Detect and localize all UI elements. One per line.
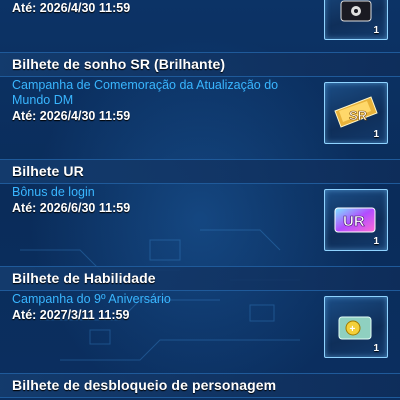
black-ticket-icon (340, 0, 372, 22)
list-item[interactable]: Até: 2026/4/30 11:59 1 (0, 0, 400, 42)
item-count: 1 (373, 129, 379, 140)
sr-ticket-icon: SR (334, 96, 378, 128)
svg-text:UR: UR (343, 213, 365, 230)
item-campaign: Campanha de Comemoração da Atualização d… (12, 78, 279, 107)
item-title: Bilhete de Habilidade (12, 270, 156, 286)
list-item[interactable]: Bilhete de desbloqueio de personagem (0, 373, 400, 400)
item-icon-box[interactable]: UR 1 (324, 189, 388, 251)
item-campaign: Bônus de login (12, 185, 95, 199)
list-item[interactable]: Bilhete de Habilidade Campanha do 9º Ani… (0, 266, 400, 366)
svg-text:+: + (350, 324, 356, 335)
item-expiry-date: Até: 2027/3/11 11:59 (12, 308, 130, 322)
svg-text:SR: SR (349, 108, 368, 123)
item-count: 1 (373, 236, 379, 247)
skill-ticket-icon: + (338, 316, 372, 340)
item-icon-box[interactable]: 1 (324, 0, 388, 40)
item-header: Bilhete de desbloqueio de personagem (0, 373, 400, 398)
item-campaign: Campanha do 9º Aniversário (12, 292, 171, 306)
ur-ticket-icon: UR (334, 207, 376, 233)
item-count: 1 (373, 25, 379, 36)
item-list: Até: 2026/4/30 11:59 1 Bilhete de sonho … (0, 0, 400, 400)
item-header: Bilhete de Habilidade (0, 266, 400, 291)
item-header: Bilhete UR (0, 159, 400, 184)
item-expiry-date: Até: 2026/4/30 11:59 (12, 109, 131, 123)
item-icon-box[interactable]: SR 1 (324, 82, 388, 144)
item-count: 1 (373, 343, 379, 354)
item-title: Bilhete de desbloqueio de personagem (12, 377, 277, 393)
item-expiry-date: Até: 2026/6/30 11:59 (12, 201, 131, 215)
list-item[interactable]: Bilhete UR Bônus de login Até: 2026/6/30… (0, 159, 400, 259)
item-icon-box[interactable]: + 1 (324, 296, 388, 358)
item-expiry-date: Até: 2026/4/30 11:59 (12, 1, 131, 15)
item-title: Bilhete UR (12, 163, 84, 179)
list-item[interactable]: Bilhete de sonho SR (Brilhante) Campanha… (0, 52, 400, 152)
item-title: Bilhete de sonho SR (Brilhante) (12, 56, 226, 72)
item-header: Bilhete de sonho SR (Brilhante) (0, 52, 400, 77)
